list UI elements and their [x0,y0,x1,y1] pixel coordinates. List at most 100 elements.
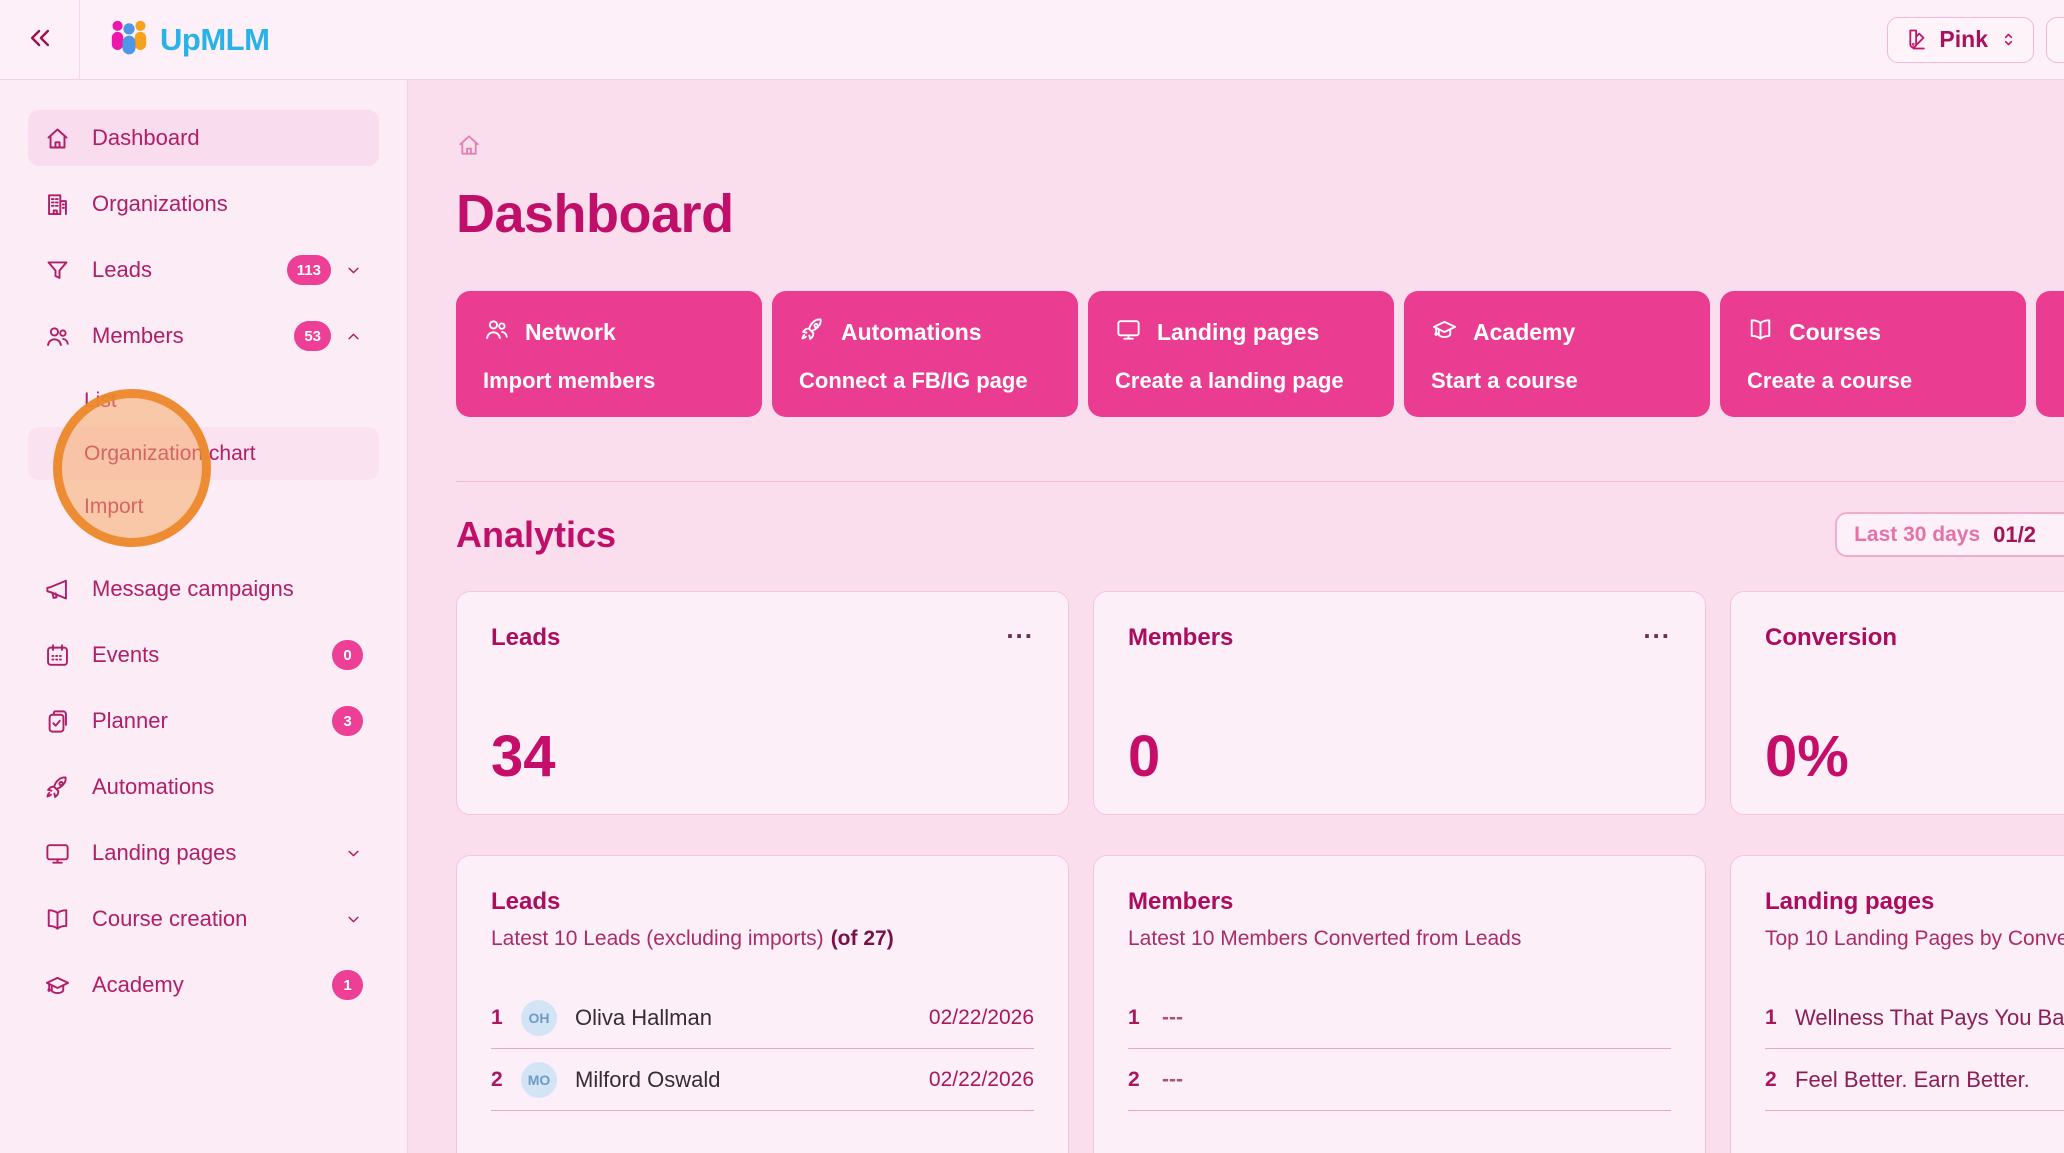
list-item[interactable]: 1 Wellness That Pays You Back [1765,987,2064,1049]
calendar-icon [44,642,71,669]
book-open-icon [1747,316,1774,348]
breadcrumb-home-icon[interactable] [456,132,482,158]
ellipsis-menu-icon[interactable]: ... [1643,624,1671,634]
quick-action-network[interactable]: Network Import members [456,291,762,417]
building-icon [44,191,71,218]
sidebar-item-label: Message campaigns [92,576,294,602]
sidebar-item-events[interactable]: Events 0 [28,627,379,683]
top-bar: UpMLM Pink [0,0,2064,80]
empty-value: --- [1162,1068,1183,1092]
stat-cards-row: Leads ... 34 Members ... 0 Conversion [456,591,2064,815]
stat-card-title: Members [1128,624,1233,652]
sidebar-item-label: Landing pages [92,840,236,866]
list-item[interactable]: 2 --- [1128,1049,1671,1111]
theme-select-button[interactable]: Pink [1887,17,2034,63]
header-partial-button[interactable] [2046,17,2064,63]
quick-action-subtitle: Import members [483,368,735,394]
clipboard-check-icon [44,708,71,735]
quick-action-automations[interactable]: Automations Connect a FB/IG page [772,291,1078,417]
stat-card-value: 0 [1128,728,1671,786]
app-window: UpMLM Pink Dashboard Organizations [0,0,2064,1153]
sidebar-spacer [28,539,379,561]
monitor-icon [1115,316,1142,348]
sidebar-item-label: Academy [92,972,184,998]
sidebar-collapse-button[interactable] [0,0,80,80]
stat-card-value: 0% [1765,728,2064,786]
sidebar-item-members[interactable]: Members 53 [28,308,379,364]
members-list: 1 --- 2 --- [1128,987,1671,1111]
quick-action-title: Courses [1789,319,1881,346]
leads-list: 1 OH Oliva Hallman 02/22/2026 2 MO Milfo… [491,987,1034,1111]
users-icon [483,316,510,348]
quick-action-academy[interactable]: Academy Start a course [1404,291,1710,417]
sidebar-item-automations[interactable]: Automations [28,759,379,815]
chevron-down-icon[interactable] [344,844,363,863]
submenu-item-import[interactable]: Import [28,480,379,533]
list-card-leads: Leads Latest 10 Leads (excluding imports… [456,855,1069,1153]
quick-action-title: Academy [1473,319,1575,346]
stat-card-leads: Leads ... 34 [456,591,1069,815]
date-range-value: 01/2 [1993,522,2036,548]
quick-action-courses[interactable]: Courses Create a course [1720,291,2026,417]
quick-action-subtitle: Connect a FB/IG page [799,368,1051,394]
list-item[interactable]: 2 MO Milford Oswald 02/22/2026 [491,1049,1034,1111]
quick-action-landing-pages[interactable]: Landing pages Create a landing page [1088,291,1394,417]
list-card-subtitle: Latest 10 Leads (excluding imports) (of … [491,927,1034,951]
chevron-down-icon[interactable] [344,910,363,929]
list-item[interactable]: 1 --- [1128,987,1671,1049]
quick-action-subtitle: Create a landing page [1115,368,1367,394]
quick-action-partial[interactable] [2036,291,2064,417]
sidebar-item-course-creation[interactable]: Course creation [28,891,379,947]
quick-action-title: Network [525,319,616,346]
sidebar-item-leads[interactable]: Leads 113 [28,242,379,298]
quick-actions-row: Network Import members Automations Conne… [456,291,2064,417]
submenu-item-organization-chart[interactable]: Organization chart [28,427,379,480]
sidebar-item-landing-pages[interactable]: Landing pages [28,825,379,881]
page-title: Dashboard [456,183,2064,245]
date-range-selector[interactable]: Last 30 days 01/2 [1835,512,2064,557]
row-index: 2 [1128,1068,1158,1092]
lead-date: 02/22/2026 [929,1068,1034,1092]
row-index: 1 [1765,1006,1795,1030]
list-item[interactable]: 1 OH Oliva Hallman 02/22/2026 [491,987,1034,1049]
main-panel: Dashboard Network Import members Automat… [408,80,2064,1153]
members-submenu: List Organization chart Import [28,374,379,533]
book-open-icon [44,906,71,933]
graduation-cap-icon [1431,316,1458,348]
leads-count-badge: 113 [287,255,331,285]
chevron-down-icon[interactable] [344,261,363,280]
stat-card-conversion: Conversion 0% [1730,591,2064,815]
sidebar-item-planner[interactable]: Planner 3 [28,693,379,749]
members-count-badge: 53 [294,321,331,351]
stat-card-value: 34 [491,728,1034,786]
list-card-members: Members Latest 10 Members Converted from… [1093,855,1706,1153]
double-chevron-left-icon [25,23,55,56]
analytics-section-title: Analytics [456,514,616,556]
users-icon [44,323,71,350]
list-item[interactable]: 2 Feel Better. Earn Better. [1765,1049,2064,1111]
app-logo[interactable]: UpMLM [108,17,269,62]
submenu-item-list[interactable]: List [28,374,379,427]
ellipsis-menu-icon[interactable]: ... [1006,624,1034,634]
list-card-subtitle: Latest 10 Members Converted from Leads [1128,927,1671,951]
academy-count-badge: 1 [332,970,363,1000]
theme-label: Pink [1939,26,1988,53]
list-cards-row: Leads Latest 10 Leads (excluding imports… [456,855,2064,1153]
top-bar-right: Pink [1887,17,2064,63]
sidebar-item-organizations[interactable]: Organizations [28,176,379,232]
quick-action-title: Landing pages [1157,319,1319,346]
sidebar-item-dashboard[interactable]: Dashboard [28,110,379,166]
chevron-up-icon[interactable] [344,327,363,346]
row-index: 2 [491,1068,521,1092]
empty-value: --- [1162,1006,1183,1030]
analytics-header: Analytics Last 30 days 01/2 [456,512,2064,557]
sidebar-item-academy[interactable]: Academy 1 [28,957,379,1013]
sidebar-item-label: Planner [92,708,168,734]
list-card-subtitle-text: Top 10 Landing Pages by Conversions [1765,927,2064,951]
list-card-landing-pages: Landing pages Top 10 Landing Pages by Co… [1730,855,2064,1153]
stat-card-title: Conversion [1765,624,1897,652]
sidebar-item-label: Automations [92,774,214,800]
sidebar-item-message-campaigns[interactable]: Message campaigns [28,561,379,617]
quick-action-title: Automations [841,319,982,346]
funnel-icon [44,257,71,284]
